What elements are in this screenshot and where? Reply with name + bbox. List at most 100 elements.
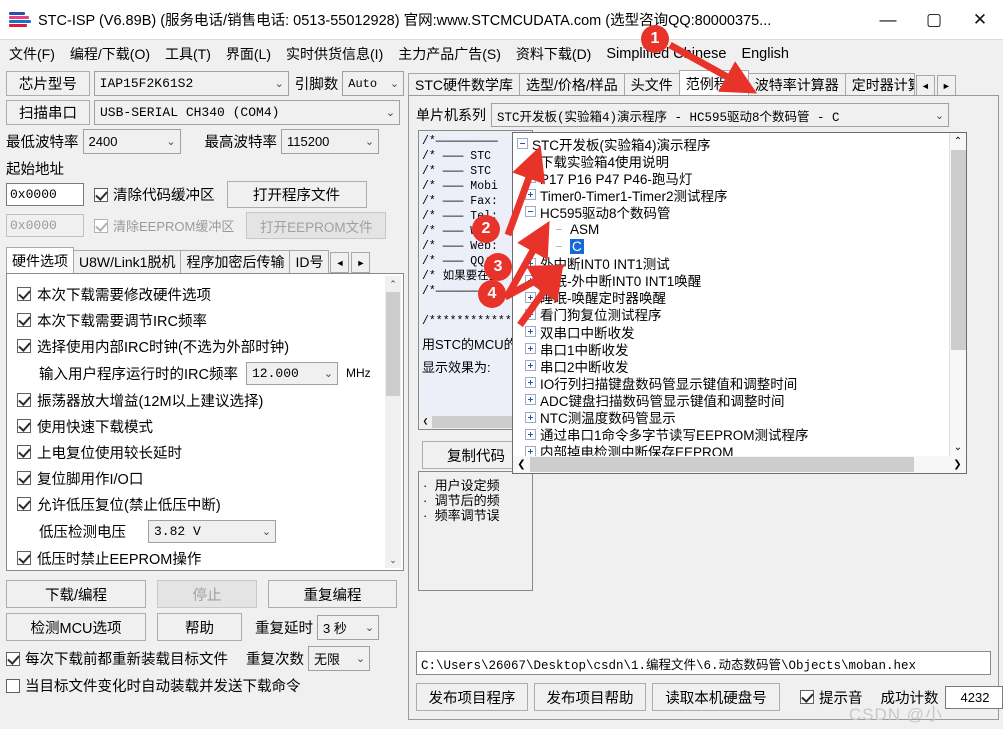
- option-modify-hw-settings[interactable]: 本次下载需要修改硬件选项: [17, 281, 403, 307]
- detect-mcu-options-button[interactable]: 检测MCU选项: [6, 613, 146, 641]
- tab-selection-price-sample[interactable]: 选型/价格/样品: [519, 73, 625, 96]
- tree-item[interactable]: P17 P16 P47 P46-跑马灯: [513, 169, 949, 187]
- tree-item[interactable]: ADC键盘扫描数码管显示键值和调整时间: [513, 391, 949, 409]
- tree-vertical-scrollbar[interactable]: ⌃ ⌄: [949, 133, 966, 456]
- tab-baud-rate-calculator[interactable]: 波特率计算器: [747, 73, 846, 96]
- example-programs-dropdown[interactable]: STC开发板(实验箱4)演示程序 下载实验箱4使用说明 P17 P16 P47 P4…: [512, 132, 967, 474]
- scan-port-button[interactable]: 扫描串口: [6, 100, 90, 125]
- expand-icon[interactable]: [525, 291, 536, 303]
- option-oscillator-gain[interactable]: 振荡器放大增益(12M以上建议选择): [17, 387, 403, 413]
- repeat-delay-select[interactable]: 3 秒 ⌄: [317, 614, 379, 640]
- right-tab-scroll-right-button[interactable]: ►: [936, 75, 956, 96]
- lvd-voltage-select[interactable]: 3.82 V ⌄: [148, 519, 276, 543]
- menu-downloads[interactable]: 资料下载(D): [516, 44, 591, 64]
- expand-icon[interactable]: [525, 189, 536, 201]
- tab-id-number[interactable]: ID号: [289, 250, 330, 273]
- tree-item[interactable]: C: [513, 238, 949, 255]
- tab-timer-calculator[interactable]: 定时器计算: [844, 73, 915, 96]
- tab-stc-math-library[interactable]: STC硬件数学库: [408, 73, 520, 96]
- menu-lang-english[interactable]: English: [741, 46, 789, 62]
- option-allow-low-voltage-reset[interactable]: 允许低压复位(禁止低压中断): [17, 491, 403, 517]
- download-program-button[interactable]: 下载/编程: [6, 580, 146, 608]
- tree-item[interactable]: NTC测温度数码管显示: [513, 409, 949, 426]
- menu-interface[interactable]: 界面(L): [226, 44, 271, 64]
- option-use-internal-irc[interactable]: 选择使用内部IRC时钟(不选为外部时钟): [17, 333, 403, 359]
- expand-icon[interactable]: [525, 257, 536, 269]
- expand-icon[interactable]: [525, 445, 536, 456]
- tree-item[interactable]: ASM: [513, 220, 949, 237]
- tree-item[interactable]: 双串口中断收发: [513, 323, 949, 341]
- read-disk-serial-button[interactable]: 读取本机硬盘号: [652, 683, 780, 711]
- expand-icon[interactable]: [525, 377, 536, 389]
- example-programs-tree[interactable]: STC开发板(实验箱4)演示程序 下载实验箱4使用说明 P17 P16 P47 P4…: [513, 133, 949, 456]
- tree-item[interactable]: Timer0-Timer1-Timer2测试程序: [513, 186, 949, 204]
- tree-item[interactable]: 下载实验箱4使用说明: [513, 152, 949, 170]
- scroll-up-icon[interactable]: ⌃: [385, 276, 401, 292]
- option-fast-download-mode[interactable]: 使用快速下载模式: [17, 413, 403, 439]
- pin-count-select[interactable]: Auto ⌄: [342, 71, 404, 96]
- irc-frequency-select[interactable]: 12.000 ⌄: [245, 361, 338, 385]
- expand-icon[interactable]: [525, 428, 536, 440]
- expand-icon[interactable]: [525, 308, 536, 320]
- reload-before-download-checkbox[interactable]: 每次下载前都重新装载目标文件: [6, 648, 228, 669]
- tree-item[interactable]: HC595驱动8个数码管: [513, 203, 949, 221]
- scroll-down-icon[interactable]: ⌄: [950, 439, 967, 456]
- option-power-on-reset-delay[interactable]: 上电复位使用较长延时: [17, 439, 403, 465]
- close-button[interactable]: ✕: [957, 0, 1003, 39]
- open-program-file-button[interactable]: 打开程序文件: [226, 181, 367, 208]
- tab-scroll-right-button[interactable]: ►: [351, 252, 371, 273]
- publish-project-program-button[interactable]: 发布项目程序: [416, 683, 528, 711]
- menu-tools[interactable]: 工具(T): [165, 44, 211, 64]
- autoload-on-change-checkbox[interactable]: 当目标文件变化时自动装载并发送下载命令: [6, 675, 301, 696]
- maximize-button[interactable]: ▢: [911, 0, 957, 39]
- tree-item[interactable]: 通过串口1命令多字节读写EEPROM测试程序: [513, 426, 949, 443]
- expand-icon[interactable]: [525, 394, 536, 406]
- expand-icon[interactable]: [525, 172, 536, 184]
- tree-item[interactable]: STC开发板(实验箱4)演示程序: [513, 135, 949, 153]
- code-start-address-input[interactable]: 0x0000: [6, 183, 84, 206]
- max-baud-select[interactable]: 115200 ⌄: [281, 129, 379, 154]
- right-tab-scroll-left-button[interactable]: ◄: [915, 75, 935, 96]
- menu-supply-info[interactable]: 实时供货信息(I): [286, 44, 383, 64]
- chip-model-select[interactable]: IAP15F2K61S2 ⌄: [93, 71, 289, 96]
- minimize-button[interactable]: —: [865, 0, 911, 39]
- scroll-right-icon[interactable]: ❯: [949, 456, 966, 473]
- menu-file[interactable]: 文件(F): [9, 44, 55, 64]
- publish-project-help-button[interactable]: 发布项目帮助: [534, 683, 646, 711]
- tab-u8w-link1-offline[interactable]: U8W/Link1脱机: [73, 250, 182, 273]
- menu-product-ads[interactable]: 主力产品广告(S): [398, 44, 501, 64]
- collapse-icon[interactable]: [517, 138, 528, 150]
- tab-header-files[interactable]: 头文件: [623, 73, 680, 96]
- tab-hardware-options[interactable]: 硬件选项: [6, 247, 74, 273]
- option-disable-eeprom-at-low-voltage[interactable]: 低压时禁止EEPROM操作: [17, 545, 403, 570]
- tree-item[interactable]: 串口1中断收发: [513, 340, 949, 358]
- tab-example-programs[interactable]: 范例程序: [678, 70, 749, 96]
- collapse-icon[interactable]: [525, 206, 536, 218]
- menu-program-download[interactable]: 编程/下载(O): [70, 44, 150, 64]
- output-file-path[interactable]: C:\Users\26067\Desktop\csdn\1.编程文件\6.动态数…: [416, 651, 991, 675]
- option-adjust-irc[interactable]: 本次下载需要调节IRC频率: [17, 307, 403, 333]
- chip-model-button[interactable]: 芯片型号: [6, 71, 90, 96]
- help-button[interactable]: 帮助: [157, 613, 242, 641]
- tab-scroll-left-button[interactable]: ◄: [330, 252, 350, 273]
- scroll-down-icon[interactable]: ⌄: [385, 552, 401, 568]
- tab-encrypted-transfer[interactable]: 程序加密后传输: [180, 250, 291, 273]
- hardware-options-scrollbar[interactable]: ⌃ ⌄: [385, 276, 401, 568]
- serial-port-select[interactable]: USB-SERIAL CH340 (COM4) ⌄: [94, 100, 400, 125]
- scroll-left-icon[interactable]: ❮: [419, 415, 432, 430]
- expand-icon[interactable]: [525, 411, 536, 423]
- repeat-count-select[interactable]: 无限 ⌄: [308, 646, 370, 671]
- clear-code-buffer-checkbox[interactable]: 清除代码缓冲区: [94, 184, 215, 205]
- expand-icon[interactable]: [525, 326, 536, 338]
- tree-horizontal-scrollbar[interactable]: ❮ ❯: [513, 456, 966, 473]
- tree-item[interactable]: IO行列扫描键盘数码管显示键值和调整时间: [513, 374, 949, 392]
- option-reset-pin-as-io[interactable]: 复位脚用作I/O口: [17, 465, 403, 491]
- scroll-up-icon[interactable]: ⌃: [950, 133, 967, 150]
- tree-item[interactable]: 内部掉电检测中断保存EEPROM: [513, 443, 949, 456]
- min-baud-select[interactable]: 2400 ⌄: [82, 129, 181, 154]
- tree-item[interactable]: 睡眠-唤醒定时器唤醒: [513, 289, 949, 306]
- expand-icon[interactable]: [525, 343, 536, 355]
- tree-item[interactable]: 串口2中断收发: [513, 357, 949, 375]
- tree-item[interactable]: 外中断INT0 INT1测试: [513, 255, 949, 272]
- tree-item[interactable]: 看门狗复位测试程序: [513, 306, 949, 323]
